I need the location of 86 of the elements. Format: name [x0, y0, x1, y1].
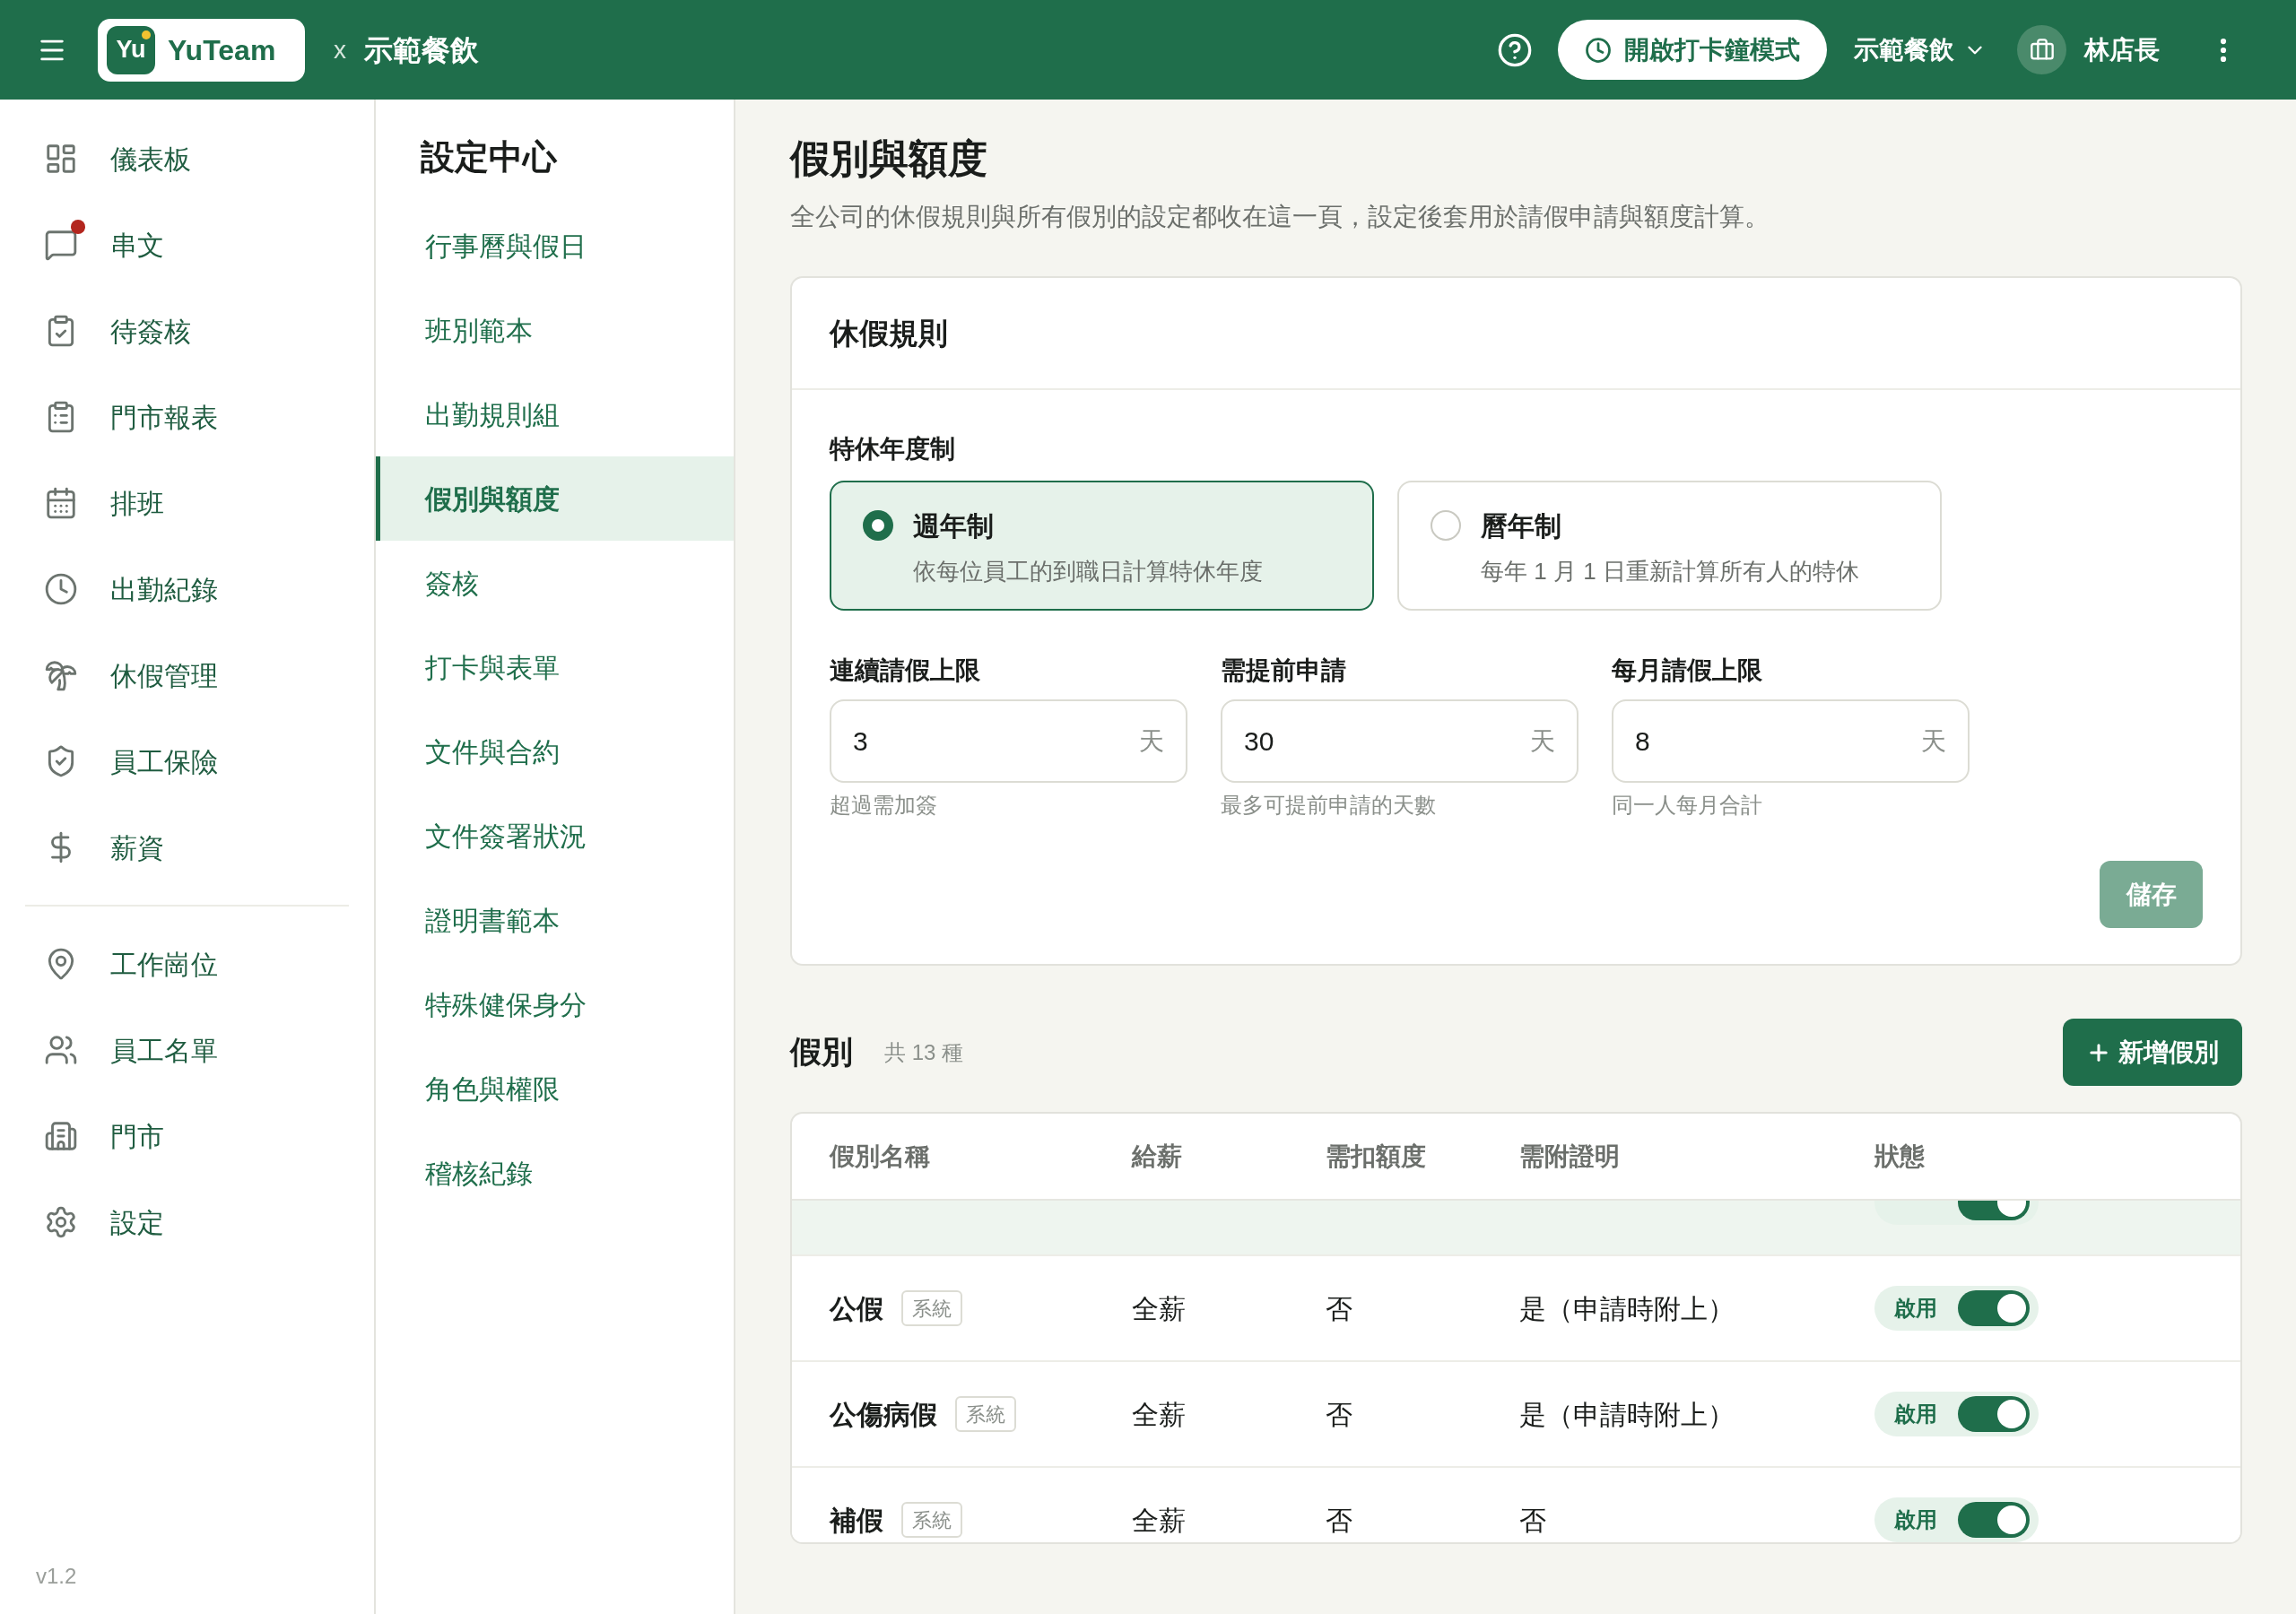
settings-nav-item[interactable]: 打卡與表單 — [376, 625, 734, 709]
version-label: v1.2 — [35, 1563, 78, 1590]
column-header: 給薪 — [1132, 1141, 1182, 1172]
unit-label: 天 — [1139, 725, 1164, 757]
settings-nav-item[interactable]: 班別範本 — [376, 288, 734, 372]
status-toggle[interactable]: 啟用 — [1874, 1497, 2039, 1542]
option-description: 依每位員工的到職日計算特休年度 — [913, 557, 1263, 586]
table-cell-text: 全薪 — [1132, 1504, 1186, 1537]
unit-label: 天 — [1921, 725, 1946, 757]
brand-name: YuTeam — [168, 32, 276, 68]
option-description: 每年 1 月 1 日重新計算所有人的特休 — [1481, 557, 1859, 586]
radio-option[interactable]: 曆年制 每年 1 月 1 日重新計算所有人的特休 — [1397, 481, 1942, 611]
table-cell-text: 否 — [1326, 1292, 1352, 1325]
status-toggle[interactable]: 啟用 — [1874, 1286, 2039, 1331]
table-cell-text: 否 — [1519, 1504, 1546, 1537]
settings-nav-item[interactable]: 簽核 — [376, 541, 734, 625]
page-title: 假別與額度 — [790, 135, 987, 182]
chat-bubble-icon — [44, 228, 78, 262]
count-label: 共 13 種 — [884, 1038, 964, 1066]
user-name: 林店長 — [2084, 34, 2160, 65]
section-title: 假別 — [790, 1033, 853, 1072]
settings-icon — [44, 1205, 78, 1239]
logo-initials: Yu — [116, 38, 146, 62]
column-header: 需扣額度 — [1326, 1141, 1426, 1172]
field-label: 每月請假上限 — [1612, 655, 1762, 686]
status-toggle[interactable]: 啟用 — [1874, 1392, 2039, 1436]
calendar-icon — [44, 486, 78, 520]
layout-icon — [44, 142, 78, 176]
building-icon — [44, 1119, 78, 1153]
field-value: 30 — [1244, 725, 1274, 758]
help-icon[interactable] — [1497, 31, 1533, 68]
table-cell-text: 全薪 — [1132, 1292, 1186, 1325]
radio-option[interactable]: 週年制 依每位員工的到職日計算特休年度 — [830, 481, 1374, 611]
separator-text: x — [334, 34, 346, 65]
helper-text: 超過需加簽 — [830, 792, 937, 819]
palm-tree-icon — [44, 658, 78, 692]
leave-type-name: 補假 — [830, 1504, 883, 1537]
option-title: 週年制 — [913, 510, 994, 542]
leave-type-name: 公傷病假 — [830, 1398, 937, 1431]
settings-nav-item[interactable]: 稽核紀錄 — [376, 1131, 734, 1215]
system-tag: 系統 — [901, 1502, 962, 1538]
unit-label: 天 — [1530, 725, 1555, 757]
helper-text: 最多可提前申請的天數 — [1221, 792, 1436, 819]
system-tag: 系統 — [901, 1290, 962, 1326]
system-tag: 系統 — [955, 1396, 1016, 1432]
settings-nav-item[interactable]: 假別與額度 — [376, 456, 734, 541]
helper-text: 同一人每月合計 — [1612, 792, 1762, 819]
field-value: 8 — [1635, 725, 1650, 758]
people-icon — [44, 1033, 78, 1067]
table-cell-text: 否 — [1326, 1504, 1352, 1537]
brand-logo[interactable]: Yu YuTeam — [98, 18, 305, 82]
column-header: 狀態 — [1874, 1141, 1925, 1172]
clock-icon — [1585, 36, 1612, 64]
field-label: 連續請假上限 — [830, 655, 980, 686]
number-field[interactable]: 8 天 — [1612, 699, 1970, 783]
column-header: 需附證明 — [1519, 1141, 1620, 1172]
settings-nav-item[interactable]: 證明書範本 — [376, 878, 734, 962]
settings-nav-item[interactable]: 特殊健保身分 — [376, 962, 734, 1046]
number-field[interactable]: 3 天 — [830, 699, 1187, 783]
clock-mode-button[interactable]: 開啟打卡鐘模式 — [1558, 20, 1827, 80]
settings-nav-title: 設定中心 — [420, 137, 559, 178]
settings-nav-item[interactable]: 出勤規則組 — [376, 372, 734, 456]
store-selector[interactable]: 示範餐飲 — [1854, 30, 1987, 69]
field-label: 需提前申請 — [1221, 655, 1346, 686]
field-value: 3 — [853, 725, 868, 758]
settings-nav-item[interactable]: 文件簽署狀況 — [376, 794, 734, 878]
add-leave-type-button[interactable]: 新增假別 — [2063, 1019, 2242, 1086]
table-cell-text: 否 — [1326, 1398, 1352, 1431]
field-label: 特休年度制 — [830, 434, 955, 464]
clock-icon — [44, 572, 78, 606]
settings-nav-item[interactable]: 文件與合約 — [376, 709, 734, 794]
toggle-switch[interactable] — [1958, 1396, 2030, 1432]
column-header: 假別名稱 — [830, 1141, 930, 1172]
card-title: 休假規則 — [830, 315, 948, 351]
number-field[interactable]: 30 天 — [1221, 699, 1578, 783]
settings-nav-item[interactable]: 角色與權限 — [376, 1046, 734, 1131]
table-cell-text: 全薪 — [1132, 1398, 1186, 1431]
settings-nav-item[interactable]: 行事曆與假日 — [376, 204, 734, 288]
leave-type-name: 公假 — [830, 1292, 883, 1325]
option-title: 曆年制 — [1481, 510, 1561, 542]
table-cell-text: 是（申請時附上） — [1519, 1292, 1735, 1325]
company-name: 示範餐飲 — [364, 32, 479, 68]
toggle-switch[interactable] — [1958, 1502, 2030, 1538]
toggle-switch[interactable] — [1958, 1290, 2030, 1326]
page-description: 全公司的休假規則與所有假別的設定都收在這一頁，設定後套用於請假申請與額度計算。 — [790, 202, 1770, 232]
table-cell-text: 是（申請時附上） — [1519, 1398, 1735, 1431]
